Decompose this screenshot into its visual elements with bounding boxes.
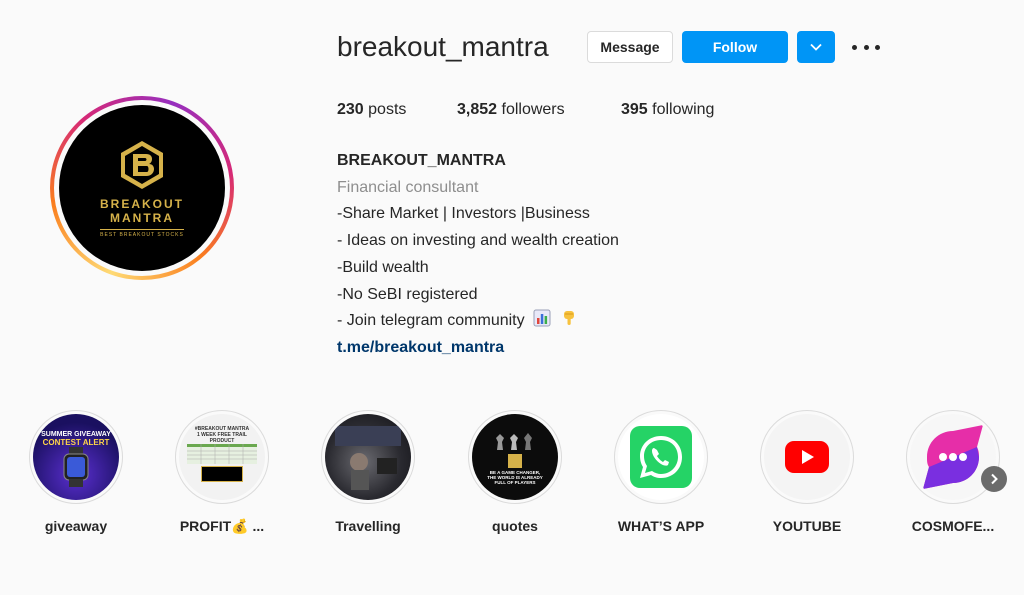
highlight-whatsapp[interactable]: WHAT’S APP (591, 410, 731, 534)
highlight-label: giveaway (44, 518, 108, 534)
bio-line-text: - Join telegram community (337, 312, 525, 330)
bar-chart-icon (533, 309, 551, 327)
thumb-text: SUMMER GIVEAWAY (41, 431, 111, 438)
avatar-brand-line2: MANTRA (110, 210, 174, 225)
highlight-ring: BE A GAME CHANGER, THE WORLD IS ALREADY … (468, 410, 562, 504)
bio-line: - Ideas on investing and wealth creation (337, 232, 619, 250)
posts-label: posts (368, 101, 407, 118)
highlight-thumbnail: BE A GAME CHANGER, THE WORLD IS ALREADY … (472, 414, 558, 500)
follow-button[interactable]: Follow (682, 31, 788, 63)
highlight-travelling[interactable]: Travelling (298, 410, 438, 534)
smartwatch-icon (63, 447, 89, 487)
avatar-brand-line1: BREAKOUT (100, 196, 184, 211)
more-dot (852, 44, 857, 50)
breakout-mantra-logo-icon (121, 140, 163, 189)
more-dot (875, 44, 880, 50)
highlight-ring: SUMMER GIVEAWAY CONTEST ALERT (29, 410, 123, 504)
highlight-profit[interactable]: #BREAKOUT MANTRA 1 WEEK FREE TRAIL PRODU… (152, 410, 292, 535)
message-button[interactable]: Message (587, 31, 673, 63)
highlight-thumbnail (618, 414, 704, 500)
chess-pieces-icon (496, 432, 532, 450)
highlight-thumbnail: #BREAKOUT MANTRA 1 WEEK FREE TRAIL PRODU… (179, 414, 265, 500)
more-options-icon[interactable] (852, 38, 880, 56)
highlight-thumbnail (764, 414, 850, 500)
followers-stat[interactable]: 3,852 followers (457, 99, 565, 121)
bio-line: -Share Market | Investors |Business (337, 205, 590, 223)
cosmofeed-chat-icon (923, 425, 983, 489)
whatsapp-icon (630, 426, 692, 488)
posts-stat: 230 posts (337, 99, 406, 121)
posts-count: 230 (337, 101, 364, 118)
story-highlights: SUMMER GIVEAWAY CONTEST ALERT giveaway #… (0, 410, 1024, 550)
bio-line-telegram: - Join telegram community (337, 308, 619, 335)
highlight-thumbnail: SUMMER GIVEAWAY CONTEST ALERT (33, 414, 119, 500)
following-label: following (652, 101, 715, 118)
highlight-label: COSMOFE... (911, 518, 995, 534)
highlight-label: quotes (492, 518, 538, 534)
highlight-ring (321, 410, 415, 504)
more-dot (863, 44, 869, 50)
chevron-down-icon (810, 43, 822, 51)
following-count: 395 (621, 101, 648, 118)
highlight-ring: #BREAKOUT MANTRA 1 WEEK FREE TRAIL PRODU… (175, 410, 269, 504)
highlight-label: WHAT’S APP (617, 518, 705, 534)
highlight-ring (760, 410, 854, 504)
profile-bio: BREAKOUT_MANTRA Financial consultant -Sh… (337, 148, 619, 362)
highlight-label: Travelling (335, 518, 401, 534)
chevron-right-icon (991, 473, 998, 485)
profile-full-name: BREAKOUT_MANTRA (337, 152, 506, 169)
followers-count: 3,852 (457, 101, 498, 118)
profile-username: breakout_mantra (337, 31, 549, 62)
bio-line: -Build wealth (337, 258, 429, 276)
thumb-text: FULL OF PLAYERS (494, 479, 536, 485)
thumb-text: CONTEST ALERT (42, 438, 110, 447)
following-stat[interactable]: 395 following (621, 99, 714, 121)
highlight-giveaway[interactable]: SUMMER GIVEAWAY CONTEST ALERT giveaway (6, 410, 146, 534)
highlight-label: YOUTUBE (772, 518, 842, 534)
pointing-down-icon (563, 311, 574, 326)
youtube-icon (785, 441, 829, 473)
profile-category: Financial consultant (337, 178, 479, 196)
highlight-ring (906, 410, 1000, 504)
followers-label: followers (501, 101, 565, 118)
highlight-label: PROFIT💰 ... (179, 518, 265, 534)
car-interior-photo-icon (335, 426, 401, 490)
avatar-image: BREAKOUT MANTRA BEST BREAKOUT STOCKS (59, 105, 225, 271)
highlight-quotes[interactable]: BE A GAME CHANGER, THE WORLD IS ALREADY … (445, 410, 585, 534)
bio-line: -No SeBI registered (337, 285, 478, 303)
highlight-ring (614, 410, 708, 504)
suggestions-dropdown-button[interactable] (797, 31, 835, 63)
profile-avatar[interactable]: BREAKOUT MANTRA BEST BREAKOUT STOCKS (50, 96, 234, 280)
spreadsheet-icon (187, 444, 257, 464)
highlight-thumbnail (325, 414, 411, 500)
brand-badge (508, 453, 522, 468)
avatar-tagline: BEST BREAKOUT STOCKS (100, 228, 184, 238)
avatar-gap: BREAKOUT MANTRA BEST BREAKOUT STOCKS (54, 100, 230, 276)
brand-badge (201, 466, 243, 482)
highlights-next-button[interactable] (981, 466, 1007, 492)
highlight-youtube[interactable]: YOUTUBE (737, 410, 877, 534)
bio-external-link[interactable]: t.me/breakout_mantra (337, 335, 619, 362)
